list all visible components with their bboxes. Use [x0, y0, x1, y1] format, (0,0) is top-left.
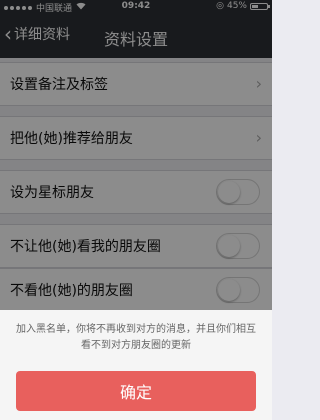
confirm-button[interactable]: 确定 — [16, 371, 256, 411]
sheet-message: 加入黑名单，你将不再收到对方的消息，并且你们相互看不到对方朋友圈的更新 — [16, 324, 256, 351]
blacklist-sheet: 加入黑名单，你将不再收到对方的消息，并且你们相互看不到对方朋友圈的更新 确定 — [0, 310, 272, 420]
